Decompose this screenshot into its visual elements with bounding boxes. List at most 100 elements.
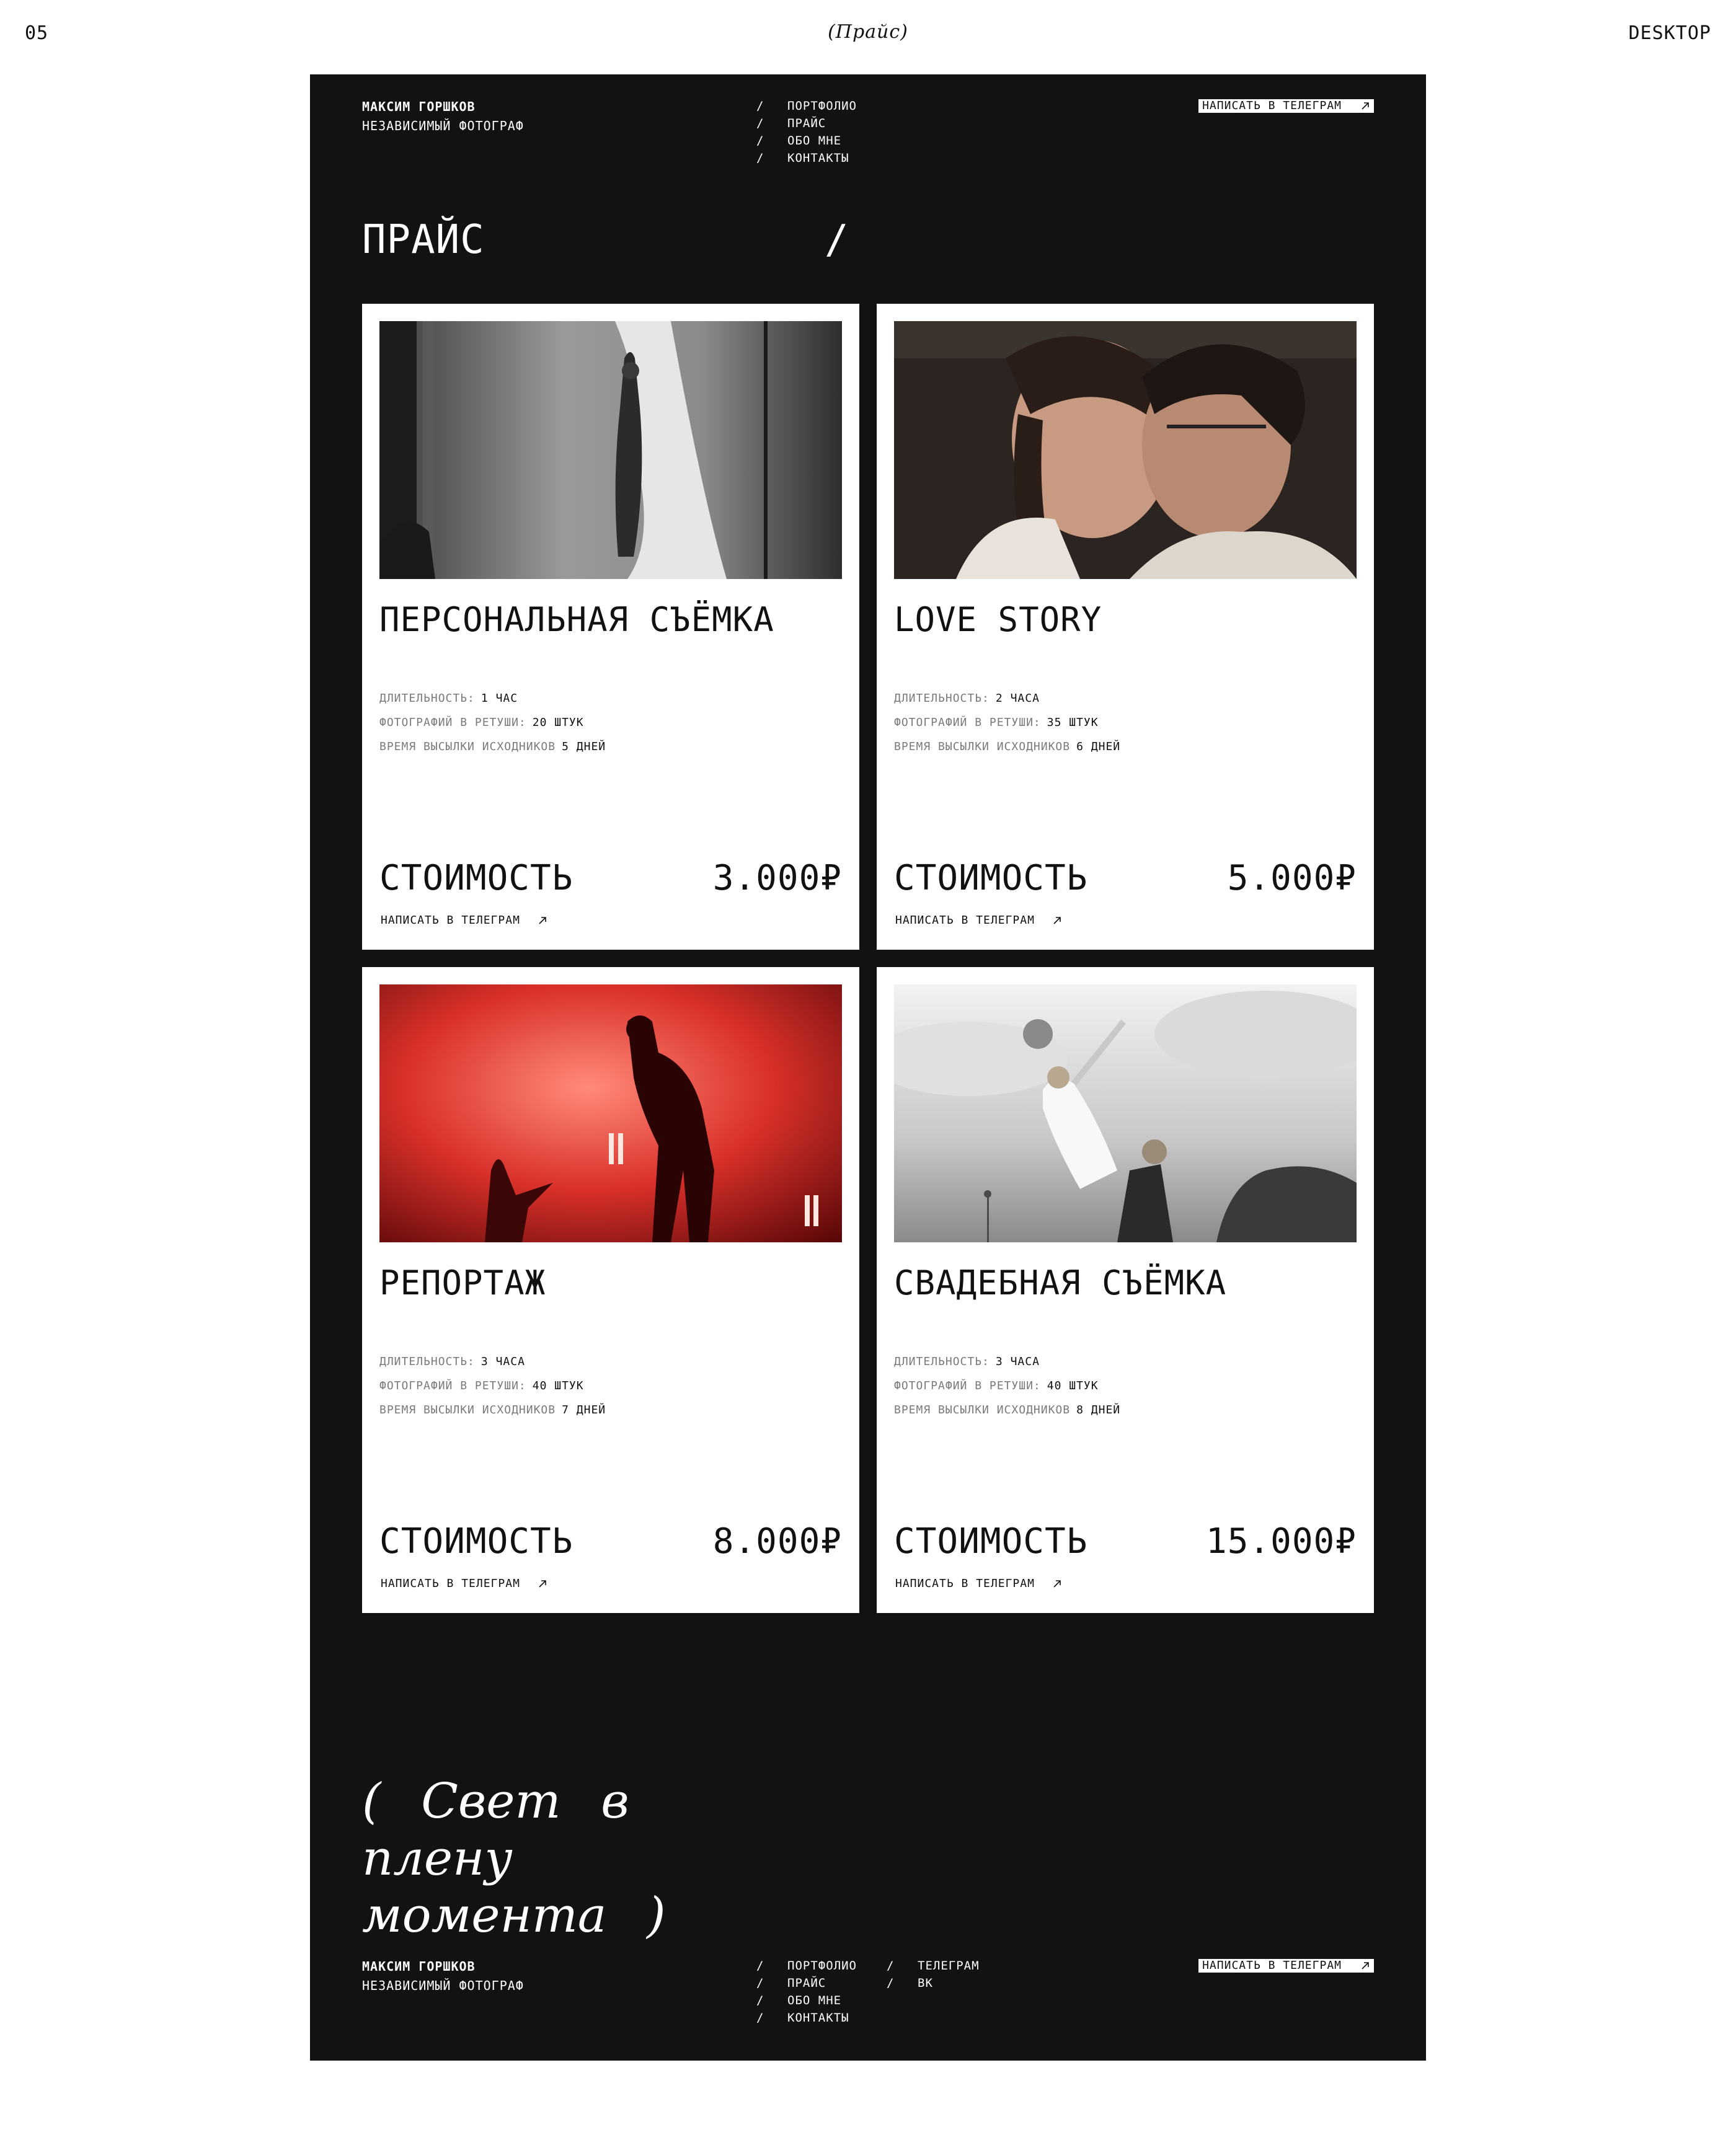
spec-value: 20 ШТУК (532, 716, 584, 729)
nav-label: ПРАЙС (787, 117, 826, 130)
brand-name: МАКСИМ ГОРШКОВ (362, 99, 476, 114)
price-card-wedding: СВАДЕБНАЯ СЪЁМКА ДЛИТЕЛЬНОСТЬ: 3 ЧАСА ФОТ… (877, 967, 1374, 1613)
price-card-love-story: LOVE STORY ДЛИТЕЛЬНОСТЬ: 2 ЧАСА ФОТОГРАФИ… (877, 304, 1374, 950)
nav-item-portfolio[interactable]: / ПОРТФОЛИО (756, 99, 857, 117)
nav-slash: / (756, 2011, 764, 2025)
page-title: ПРАЙС (362, 217, 485, 263)
nav-label: ПОРТФОЛИО (787, 99, 857, 113)
telegram-link-label: НАПИСАТЬ В ТЕЛЕГРАМ (895, 1577, 1035, 1590)
spec-value: 1 ЧАС (480, 692, 518, 705)
nav-slash: / (756, 1959, 764, 1973)
spec-key: ВРЕМЯ ВЫСЫЛКИ ИСХОДНИКОВ (894, 740, 1071, 753)
arrow-up-right-icon (1052, 916, 1062, 926)
brand-role: НЕЗАВИСИМЫЙ ФОТОГРАФ (362, 1978, 524, 1993)
spec-row: ВРЕМЯ ВЫСЫЛКИ ИСХОДНИКОВ 7 ДНЕЙ (379, 1403, 606, 1428)
card-telegram-link[interactable]: НАПИСАТЬ В ТЕЛЕГРАМ (381, 914, 547, 927)
nav-label: ПОРТФОЛИО (787, 1959, 857, 1973)
spec-row: ФОТОГРАФИЙ В РЕТУШИ: 20 ШТУК (379, 716, 606, 740)
footer-nav: / ПОРТФОЛИО / ПРАЙС / ОБО МНЕ / КОНТАКТЫ (756, 1959, 857, 2028)
footer-nav-contacts[interactable]: / КОНТАКТЫ (756, 2011, 857, 2028)
site-frame: МАКСИМ ГОРШКОВ НЕЗАВИСИМЫЙ ФОТОГРАФ / ПОР… (310, 74, 1426, 2061)
nav-label: ТЕЛЕГРАМ (918, 1959, 980, 1973)
footer-nav-price[interactable]: / ПРАЙС (756, 1976, 857, 1994)
photo-personal (379, 321, 842, 579)
cost-label: СТОИМОСТЬ (894, 1521, 1088, 1562)
spec-key: ДЛИТЕЛЬНОСТЬ: (379, 1355, 475, 1368)
spec-value: 3 ЧАСА (480, 1355, 525, 1368)
spec-value: 3 ЧАСА (995, 1355, 1040, 1368)
arrow-up-right-icon (1360, 101, 1370, 111)
cost-label: СТОИМОСТЬ (379, 858, 574, 898)
header-telegram-button[interactable]: НАПИСАТЬ В ТЕЛЕГРАМ (1198, 99, 1374, 113)
nav-slash: / (756, 1976, 764, 1990)
footer-social-vk[interactable]: / ВК (887, 1976, 980, 1994)
photo-report (379, 984, 842, 1242)
nav-label: КОНТАКТЫ (787, 151, 849, 165)
card-title: LOVE STORY (894, 600, 1102, 639)
card-specs: ДЛИТЕЛЬНОСТЬ: 3 ЧАСА ФОТОГРАФИЙ В РЕТУШИ:… (379, 1355, 606, 1428)
nav-slash: / (756, 151, 764, 165)
arrow-up-right-icon (1360, 1961, 1370, 1971)
footer-nav-portfolio[interactable]: / ПОРТФОЛИО (756, 1959, 857, 1976)
spec-row: ДЛИТЕЛЬНОСТЬ: 2 ЧАСА (894, 692, 1120, 716)
page-caption: (Прайс) (828, 21, 908, 43)
card-telegram-link[interactable]: НАПИСАТЬ В ТЕЛЕГРАМ (895, 914, 1062, 927)
card-specs: ДЛИТЕЛЬНОСТЬ: 1 ЧАС ФОТОГРАФИЙ В РЕТУШИ: 2… (379, 692, 606, 764)
photo-wedding (894, 984, 1357, 1242)
footer-brand[interactable]: МАКСИМ ГОРШКОВ НЕЗАВИСИМЫЙ ФОТОГРАФ (362, 1959, 524, 1993)
card-title: ПЕРСОНАЛЬНАЯ СЪЁМКА (379, 600, 774, 639)
device-label: DESKTOP (1628, 22, 1711, 44)
card-title: СВАДЕБНАЯ СЪЁМКА (894, 1263, 1227, 1302)
nav-slash: / (756, 117, 764, 130)
site-header: МАКСИМ ГОРШКОВ НЕЗАВИСИМЫЙ ФОТОГРАФ / ПОР… (362, 99, 1374, 198)
spec-row: ФОТОГРАФИЙ В РЕТУШИ: 40 ШТУК (894, 1379, 1120, 1403)
nav-label: ОБО МНЕ (787, 1994, 842, 2007)
spec-value: 40 ШТУК (1047, 1379, 1099, 1392)
spec-key: ФОТОГРАФИЙ В РЕТУШИ: (379, 1379, 526, 1392)
photo-love-story (894, 321, 1357, 579)
brand-role: НЕЗАВИСИМЫЙ ФОТОГРАФ (362, 118, 524, 133)
nav-slash: / (756, 134, 764, 148)
nav-item-price[interactable]: / ПРАЙС (756, 117, 857, 134)
spec-row: ФОТОГРАФИЙ В РЕТУШИ: 35 ШТУК (894, 716, 1120, 740)
footer-social-telegram[interactable]: / ТЕЛЕГРАМ (887, 1959, 980, 1976)
brand-name: МАКСИМ ГОРШКОВ (362, 1959, 476, 1974)
spec-key: ДЛИТЕЛЬНОСТЬ: (894, 692, 990, 705)
footer-telegram-button[interactable]: НАПИСАТЬ В ТЕЛЕГРАМ (1198, 1959, 1374, 1973)
card-telegram-link[interactable]: НАПИСАТЬ В ТЕЛЕГРАМ (381, 1577, 547, 1590)
footer-social: / ТЕЛЕГРАМ / ВК (887, 1959, 980, 1994)
cost-label: СТОИМОСТЬ (379, 1521, 574, 1562)
arrow-up-right-icon (538, 1579, 547, 1589)
arrow-up-right-icon (1052, 1579, 1062, 1589)
telegram-link-label: НАПИСАТЬ В ТЕЛЕГРАМ (895, 914, 1035, 927)
footer-nav-about[interactable]: / ОБО МНЕ (756, 1994, 857, 2011)
nav-label: ПРАЙС (787, 1976, 826, 1990)
spec-value: 6 ДНЕЙ (1076, 740, 1121, 753)
spec-row: ВРЕМЯ ВЫСЫЛКИ ИСХОДНИКОВ 8 ДНЕЙ (894, 1403, 1120, 1428)
spec-row: ДЛИТЕЛЬНОСТЬ: 1 ЧАС (379, 692, 606, 716)
spec-key: ФОТОГРАФИЙ В РЕТУШИ: (894, 716, 1041, 729)
telegram-link-label: НАПИСАТЬ В ТЕЛЕГРАМ (381, 1577, 520, 1590)
spec-key: ФОТОГРАФИЙ В РЕТУШИ: (894, 1379, 1041, 1392)
card-telegram-link[interactable]: НАПИСАТЬ В ТЕЛЕГРАМ (895, 1577, 1062, 1590)
spec-key: ДЛИТЕЛЬНОСТЬ: (379, 692, 475, 705)
nav-slash: / (887, 1976, 895, 1990)
site-footer: МАКСИМ ГОРШКОВ НЕЗАВИСИМЫЙ ФОТОГРАФ / ПОР… (362, 1959, 1374, 2046)
brand[interactable]: МАКСИМ ГОРШКОВ НЕЗАВИСИМЫЙ ФОТОГРАФ (362, 99, 524, 133)
nav-slash: / (756, 99, 764, 113)
nav-slash: / (756, 1994, 764, 2007)
nav-item-about[interactable]: / ОБО МНЕ (756, 134, 857, 151)
telegram-link-label: НАПИСАТЬ В ТЕЛЕГРАМ (381, 914, 520, 927)
price-value: 8.000₽ (712, 1521, 842, 1562)
spec-value: 35 ШТУК (1047, 716, 1099, 729)
card-specs: ДЛИТЕЛЬНОСТЬ: 2 ЧАСА ФОТОГРАФИЙ В РЕТУШИ:… (894, 692, 1120, 764)
spec-row: ВРЕМЯ ВЫСЫЛКИ ИСХОДНИКОВ 5 ДНЕЙ (379, 740, 606, 764)
price-value: 3.000₽ (712, 858, 842, 898)
nav-label: ОБО МНЕ (787, 134, 842, 148)
spec-value: 40 ШТУК (532, 1379, 584, 1392)
spec-key: ДЛИТЕЛЬНОСТЬ: (894, 1355, 990, 1368)
telegram-button-label: НАПИСАТЬ В ТЕЛЕГРАМ (1202, 99, 1342, 112)
cost-label: СТОИМОСТЬ (894, 858, 1088, 898)
nav-item-contacts[interactable]: / КОНТАКТЫ (756, 151, 857, 169)
spec-row: ДЛИТЕЛЬНОСТЬ: 3 ЧАСА (894, 1355, 1120, 1379)
